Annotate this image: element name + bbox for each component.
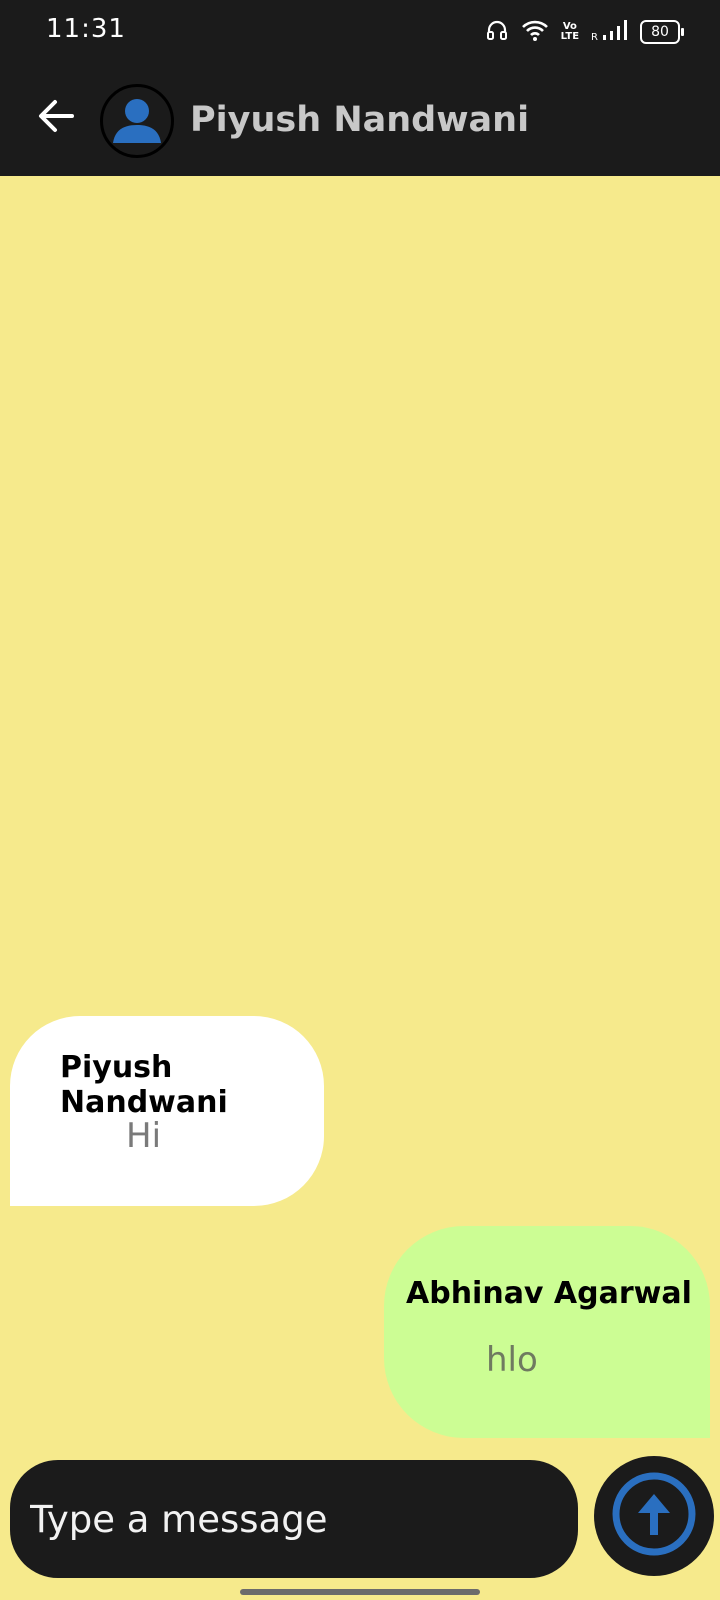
message-sender: Abhinav Agarwal (406, 1276, 692, 1311)
contact-name: Piyush Nandwani (190, 100, 530, 140)
avatar[interactable] (100, 84, 174, 158)
signal-icon (602, 18, 628, 47)
status-time: 11:31 (46, 14, 126, 44)
status-bar: 11:31 Vo LTE R 80 (0, 0, 720, 64)
volte-icon: Vo LTE (561, 22, 579, 42)
app-bar: Piyush Nandwani (0, 64, 720, 176)
chat-screen: 11:31 Vo LTE R 80 Piyush Nandwani Piyush… (0, 0, 720, 1600)
back-button[interactable] (30, 92, 82, 144)
arrow-left-icon (36, 96, 76, 141)
status-icons: Vo LTE R 80 (485, 18, 684, 47)
roaming-indicator: R (591, 31, 598, 43)
message-text: Hi (126, 1116, 162, 1156)
arrow-up-circle-icon (611, 1471, 697, 1562)
home-indicator[interactable] (240, 1589, 480, 1595)
message-bubble-received[interactable]: Piyush Nandwani Hi (10, 1016, 324, 1206)
send-button[interactable] (594, 1456, 714, 1576)
wifi-icon (521, 18, 549, 47)
battery-icon: 80 (640, 20, 684, 44)
person-icon (103, 99, 171, 155)
volte-line2: LTE (560, 31, 580, 42)
message-sender: Piyush Nandwani (60, 1050, 228, 1120)
headphones-icon (485, 18, 509, 47)
message-bubble-sent[interactable]: Abhinav Agarwal hlo (384, 1226, 710, 1438)
message-text: hlo (486, 1340, 538, 1380)
message-input[interactable] (10, 1460, 578, 1578)
